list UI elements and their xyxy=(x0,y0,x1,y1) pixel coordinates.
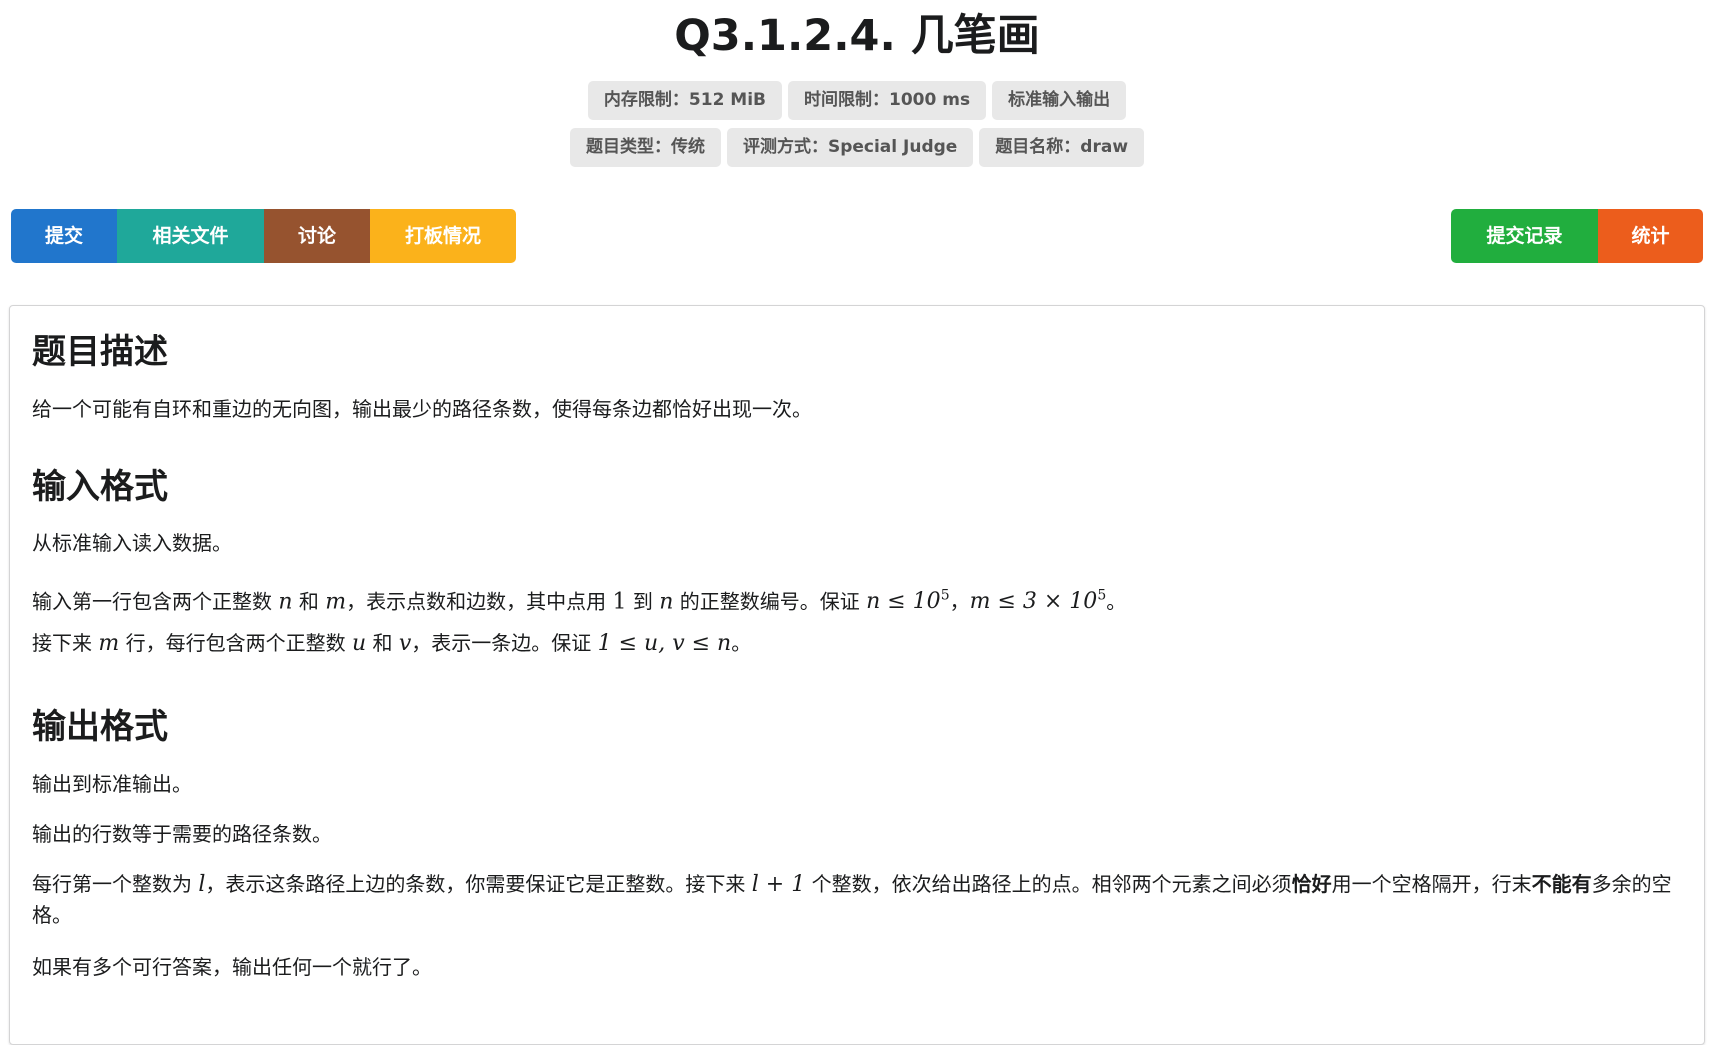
math-n-bound-exponent: 5 xyxy=(940,588,950,604)
emphasis-exactly: 恰好 xyxy=(1291,872,1332,896)
memory-limit-tag: 内存限制：512 MiB xyxy=(587,81,783,120)
problem-title: Q3.1.2.4. 几笔画 xyxy=(674,11,1040,61)
output-p3-text-c: 个整数，依次给出路径上的点。相邻两个元素之间必须 xyxy=(805,872,1292,896)
math-m-lines: m xyxy=(98,631,120,656)
submit-button[interactable]: 提交 xyxy=(11,209,117,263)
input-p3-text-d: ，表示一条边。保证 xyxy=(411,631,598,655)
input-p2-text-b: 和 xyxy=(292,589,326,614)
input-p3-text-c: 和 xyxy=(366,631,399,655)
input-p3-text-e: 。 xyxy=(731,631,752,655)
output-p3-text-a: 每行第一个整数为 xyxy=(32,872,199,896)
input-p2-text-d: 到 xyxy=(626,589,660,614)
description-heading: 题目描述 xyxy=(32,332,168,372)
output-paragraph-3: 每行第一个整数为 l，表示这条路径上边的条数，你需要保证它是正整数。接下来 l … xyxy=(32,869,1682,931)
math-v: v xyxy=(398,631,412,656)
problem-statement-panel: 题目描述 给一个可能有自环和重边的无向图，输出最少的路径条数，使得每条边都恰好出… xyxy=(9,305,1705,1045)
input-p2-text-a: 输入第一行包含两个正整数 xyxy=(32,589,279,614)
problem-type-tag: 题目类型：传统 xyxy=(569,128,721,167)
discuss-button[interactable]: 讨论 xyxy=(264,209,370,263)
math-u: u xyxy=(351,631,367,656)
time-limit-tag: 时间限制：1000 ms xyxy=(788,81,987,120)
output-paragraph-4: 如果有多个可行答案，输出任何一个就行了。 xyxy=(32,955,432,979)
math-one: 1 xyxy=(612,589,627,615)
math-m: m xyxy=(325,589,347,615)
math-m-bound-base: m ≤ 3 × 10 xyxy=(969,589,1098,615)
statistics-button[interactable]: 统计 xyxy=(1598,209,1703,263)
problem-name-tag: 题目名称：draw xyxy=(979,128,1145,167)
emphasis-must-not: 不能有 xyxy=(1531,872,1592,896)
input-paragraph-2: 输入第一行包含两个正整数 n 和 m，表示点数和边数，其中点用 1 到 n 的正… xyxy=(32,581,1126,617)
input-p2-text-e: 的正整数编号。保证 xyxy=(673,589,867,614)
math-n-bound-base: n ≤ 10 xyxy=(866,589,941,615)
math-m-bound: m ≤ 3 × 105 xyxy=(969,588,1107,615)
output-paragraph-2: 输出的行数等于需要的路径条数。 xyxy=(32,822,332,846)
input-p2-text-f: ， xyxy=(949,589,970,614)
math-l-plus-one: l + 1 xyxy=(751,872,806,897)
meta-tag-row: 题目类型：传统 评测方式：Special Judge 题目名称：draw xyxy=(0,128,1714,167)
input-p2-text-g: 。 xyxy=(1106,589,1127,614)
related-files-button[interactable]: 相关文件 xyxy=(117,209,264,263)
judge-method-tag: 评测方式：Special Judge xyxy=(726,128,974,167)
io-mode-tag: 标准输入输出 xyxy=(992,81,1127,120)
output-format-heading: 输出格式 xyxy=(32,707,168,747)
input-p2-text-c: ，表示点数和边数，其中点用 xyxy=(346,589,613,614)
math-m-bound-exponent: 5 xyxy=(1097,588,1107,604)
description-text: 给一个可能有自环和重边的无向图，输出最少的路径条数，使得每条边都恰好出现一次。 xyxy=(32,397,812,421)
output-p3-text-d: 用一个空格隔开，行末 xyxy=(1331,872,1532,896)
action-button-group: 提交 相关文件 讨论 打板情况 xyxy=(11,209,516,263)
input-p3-text-a: 接下来 xyxy=(32,631,99,655)
input-format-heading: 输入格式 xyxy=(32,467,168,507)
math-n-bound: n ≤ 105 xyxy=(866,588,950,615)
output-paragraph-1: 输出到标准输出。 xyxy=(32,772,192,796)
math-n-2: n xyxy=(659,589,674,615)
input-paragraph-1: 从标准输入读入数据。 xyxy=(32,531,232,555)
record-button-group: 提交记录 统计 xyxy=(1451,209,1703,263)
board-status-button[interactable]: 打板情况 xyxy=(370,209,516,263)
input-paragraph-3: 接下来 m 行，每行包含两个正整数 u 和 v，表示一条边。保证 1 ≤ u, … xyxy=(32,628,751,659)
submission-records-button[interactable]: 提交记录 xyxy=(1451,209,1598,263)
math-n: n xyxy=(278,589,293,615)
output-p3-text-b: ，表示这条路径上边的条数，你需要保证它是正整数。接下来 xyxy=(205,872,752,896)
math-uv-bound: 1 ≤ u, v ≤ n xyxy=(597,631,732,656)
input-p3-text-b: 行，每行包含两个正整数 xyxy=(119,631,352,655)
limits-tag-row: 内存限制：512 MiB 时间限制：1000 ms 标准输入输出 xyxy=(0,81,1714,120)
